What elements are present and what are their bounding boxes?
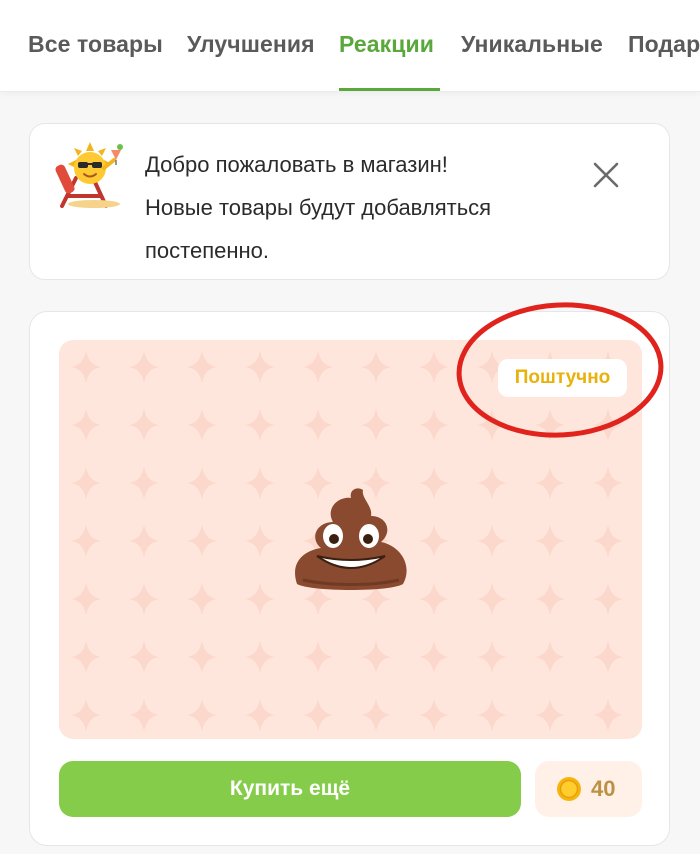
reaction-product-card: Поштучно Купить ещё 40	[29, 311, 670, 846]
pile-of-poo-emoji-icon	[295, 488, 407, 590]
active-tab-indicator	[339, 88, 440, 91]
tab-all-items[interactable]: Все товары	[28, 31, 163, 58]
welcome-line-2: Новые товары будут добавляться	[145, 195, 492, 220]
tab-gifts[interactable]: Подар	[628, 31, 700, 58]
tab-upgrades[interactable]: Улучшения	[187, 31, 315, 58]
welcome-line-1: Добро пожаловать в магазин!	[145, 152, 448, 177]
price-tag: 40	[535, 761, 642, 817]
price-value: 40	[591, 776, 616, 801]
sun-mascot-sunglasses-icon	[55, 142, 123, 208]
tab-reactions[interactable]: Реакции	[339, 31, 434, 58]
coin-icon	[557, 777, 581, 801]
welcome-banner: Добро пожаловать в магазин! Новые товары…	[29, 123, 670, 280]
buy-more-button[interactable]: Купить ещё	[59, 761, 521, 817]
shop-tab-bar: Все товары Улучшения Реакции Уникальные …	[0, 0, 700, 92]
tab-unique[interactable]: Уникальные	[461, 31, 603, 58]
welcome-line-3: постепенно.	[145, 238, 270, 263]
close-icon[interactable]	[591, 160, 621, 190]
item-preview: Поштучно	[59, 340, 642, 739]
welcome-message: Добро пожаловать в магазин! Новые товары…	[145, 143, 585, 272]
badge-per-piece: Поштучно	[498, 359, 627, 397]
